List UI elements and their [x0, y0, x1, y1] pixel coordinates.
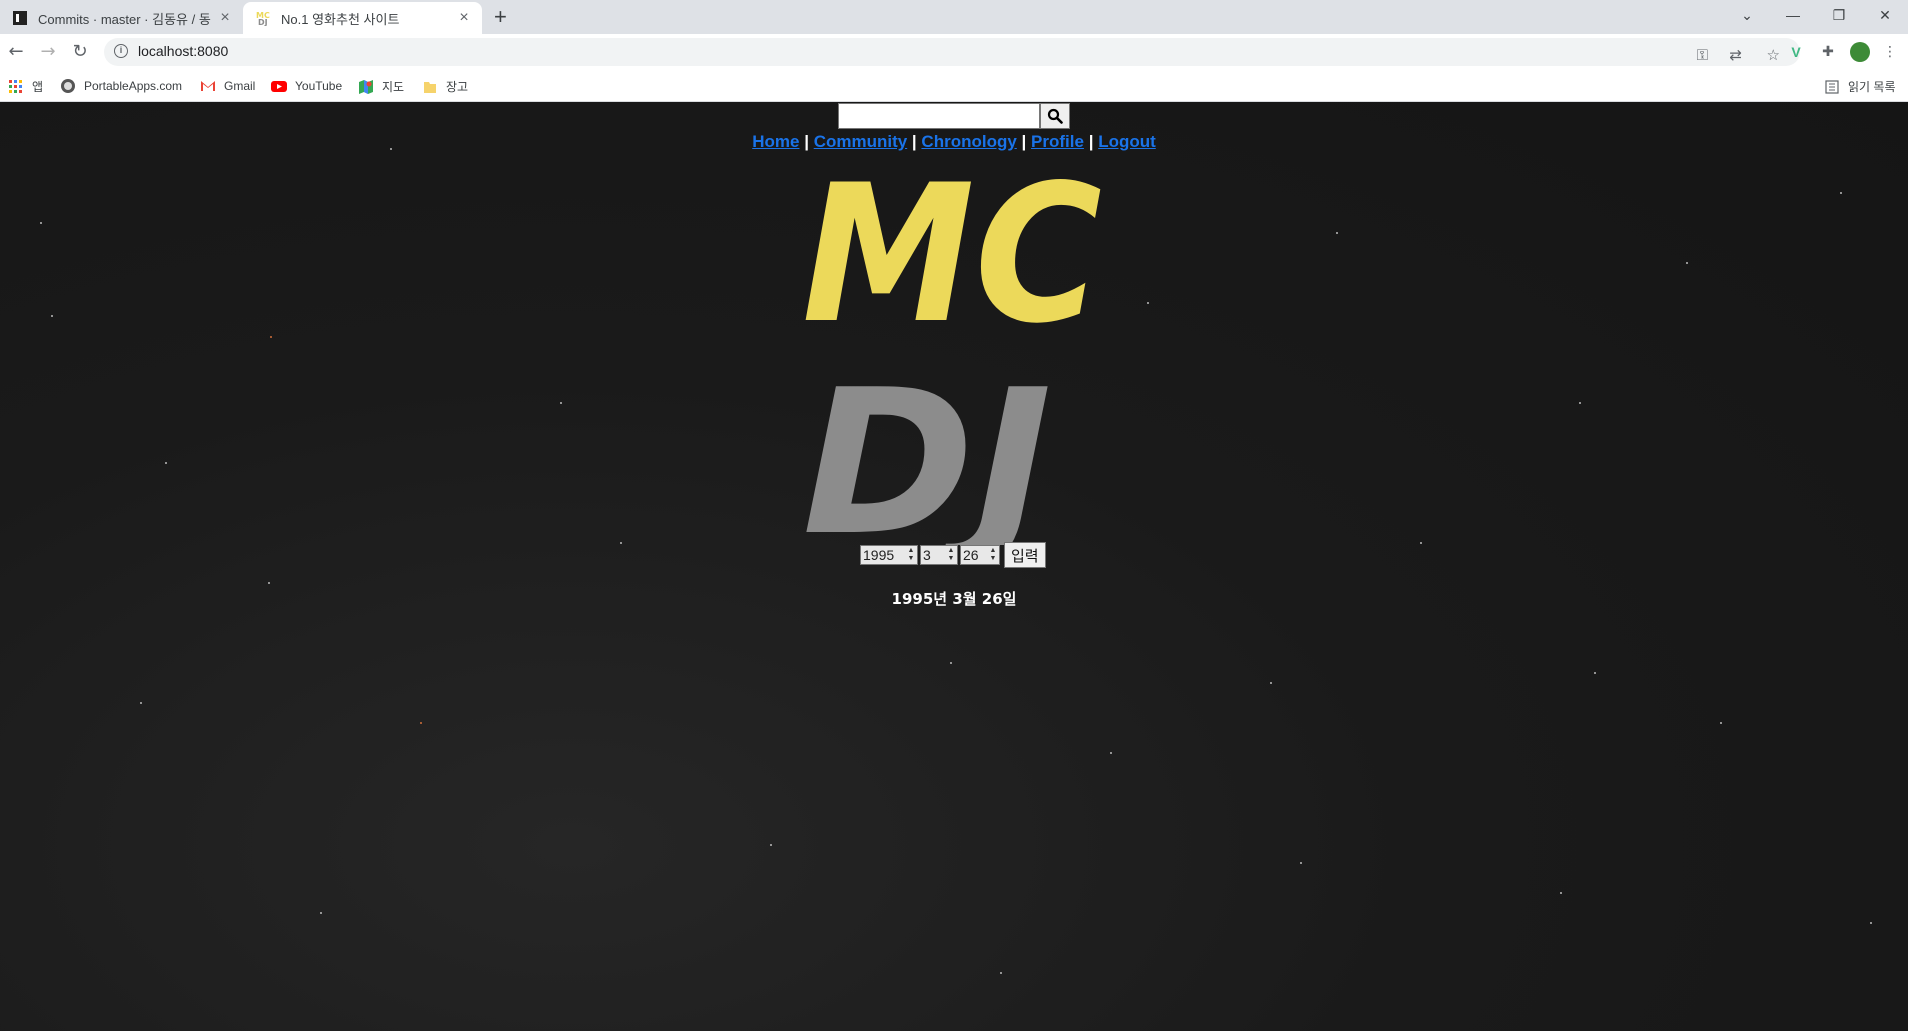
- year-value: 1995: [863, 547, 895, 563]
- reading-list-icon: [1825, 79, 1839, 94]
- vue-devtools-icon[interactable]: V: [1786, 42, 1806, 62]
- tab-strip: Commits · master · 김동유 / 동 × MC DJ No.1 영…: [0, 0, 1908, 34]
- stepper-icon[interactable]: ▲ ▼: [906, 547, 916, 563]
- close-icon[interactable]: ×: [456, 9, 472, 27]
- logo-text-mc: MC: [802, 150, 1102, 365]
- day-input[interactable]: 26 ▲ ▼: [960, 545, 1000, 565]
- nav-separator: |: [804, 132, 809, 151]
- nav-separator: |: [911, 132, 917, 151]
- stepper-icon[interactable]: ▲ ▼: [988, 547, 998, 563]
- nav-profile-link[interactable]: Profile: [1031, 132, 1084, 151]
- bookmark-label: 장고: [446, 80, 469, 94]
- month-input[interactable]: 3 ▲ ▼: [920, 545, 958, 565]
- url-text[interactable]: localhost:8080: [138, 43, 228, 59]
- profile-avatar[interactable]: [1850, 42, 1870, 62]
- forward-icon[interactable]: →: [38, 42, 58, 62]
- gmail-icon: [201, 81, 215, 91]
- tab-movie-site[interactable]: MC DJ No.1 영화추천 사이트 ×: [243, 2, 482, 34]
- bookmark-label: Gmail: [224, 79, 256, 93]
- back-icon[interactable]: ←: [6, 42, 26, 62]
- minimize-icon[interactable]: —: [1770, 0, 1816, 30]
- bookmarks-bar: 앱 PortableApps.com Gmail YouTube 지도 장고 읽…: [0, 70, 1908, 102]
- nav-home-link[interactable]: Home: [752, 132, 799, 151]
- nav-separator: |: [1021, 132, 1027, 151]
- address-bar[interactable]: i localhost:8080 ⚿ ⇄ ☆: [104, 38, 1800, 66]
- maps-icon: [359, 79, 373, 94]
- youtube-icon: [271, 81, 287, 92]
- extensions-icon[interactable]: ✚: [1818, 42, 1838, 62]
- bookmark-apps[interactable]: 앱: [8, 78, 43, 95]
- reading-list-label: 읽기 목록: [1848, 80, 1896, 94]
- search-button[interactable]: [1040, 103, 1070, 129]
- year-input[interactable]: 1995 ▲ ▼: [860, 545, 918, 565]
- reading-list[interactable]: 읽기 목록: [1824, 78, 1896, 95]
- browser-toolbar: ← → ↻ i localhost:8080 ⚿ ⇄ ☆ V ✚ ⋮: [0, 34, 1908, 70]
- restore-icon[interactable]: ❐: [1816, 0, 1862, 30]
- bookmark-label: YouTube: [295, 79, 343, 93]
- bookmark-label: 지도: [382, 80, 405, 94]
- nav-chronology-link[interactable]: Chronology: [921, 132, 1016, 151]
- submit-button[interactable]: 입력: [1004, 542, 1046, 568]
- selected-date-text: 1995년 3월 26일: [891, 590, 1017, 608]
- reload-icon[interactable]: ↻: [70, 42, 90, 62]
- tab-title: No.1 영화추천 사이트: [281, 11, 400, 27]
- main-nav: Home | Community | Chronology | Profile …: [0, 132, 1908, 152]
- date-form: 1995 ▲ ▼ 3 ▲ ▼ 26 ▲ ▼ 입력: [860, 542, 1046, 568]
- search-icon: [1047, 108, 1063, 124]
- folder-icon: [424, 81, 436, 93]
- bookmark-django-folder[interactable]: 장고: [422, 78, 468, 95]
- svg-text:DJ: DJ: [258, 18, 268, 26]
- bookmark-star-icon[interactable]: ☆: [1767, 46, 1780, 64]
- tab-search-icon[interactable]: ⌄: [1724, 0, 1770, 30]
- tab-title: Commits · master · 김동유 / 동: [38, 11, 211, 27]
- apps-grid-icon: [9, 79, 22, 93]
- search-bar: [838, 103, 1070, 129]
- search-input[interactable]: [838, 103, 1040, 129]
- bookmark-label: 앱: [32, 80, 44, 94]
- close-icon[interactable]: ×: [217, 9, 233, 27]
- new-tab-button[interactable]: +: [494, 6, 507, 28]
- nav-logout-link[interactable]: Logout: [1098, 132, 1156, 151]
- key-icon[interactable]: ⚿: [1697, 46, 1708, 64]
- nav-separator: |: [1088, 132, 1094, 151]
- translate-icon[interactable]: ⇄: [1729, 46, 1742, 64]
- logo-text-dj: DJ: [802, 347, 1052, 545]
- menu-icon[interactable]: ⋮: [1880, 42, 1900, 62]
- bookmark-label: PortableApps.com: [84, 79, 183, 93]
- window-controls: ⌄ — ❐ ✕: [1724, 0, 1908, 30]
- bookmark-maps[interactable]: 지도: [358, 78, 404, 95]
- day-value: 26: [963, 547, 979, 563]
- close-window-icon[interactable]: ✕: [1862, 0, 1908, 30]
- portableapps-icon: [61, 79, 75, 93]
- tab-commits[interactable]: Commits · master · 김동유 / 동 ×: [0, 2, 243, 34]
- nav-community-link[interactable]: Community: [814, 132, 908, 151]
- stepper-icon[interactable]: ▲ ▼: [946, 547, 956, 563]
- page-viewport: Home | Community | Chronology | Profile …: [0, 102, 1908, 1031]
- gitlab-icon: [13, 11, 27, 25]
- bookmark-youtube[interactable]: YouTube: [271, 78, 342, 94]
- month-value: 3: [923, 547, 931, 563]
- mcdj-icon: MCDJ: [256, 11, 270, 26]
- bookmark-portableapps[interactable]: PortableApps.com: [60, 78, 182, 94]
- bookmark-gmail[interactable]: Gmail: [200, 78, 255, 94]
- site-info-icon[interactable]: i: [114, 44, 128, 58]
- mcdj-logo: MC DJ: [802, 150, 1102, 545]
